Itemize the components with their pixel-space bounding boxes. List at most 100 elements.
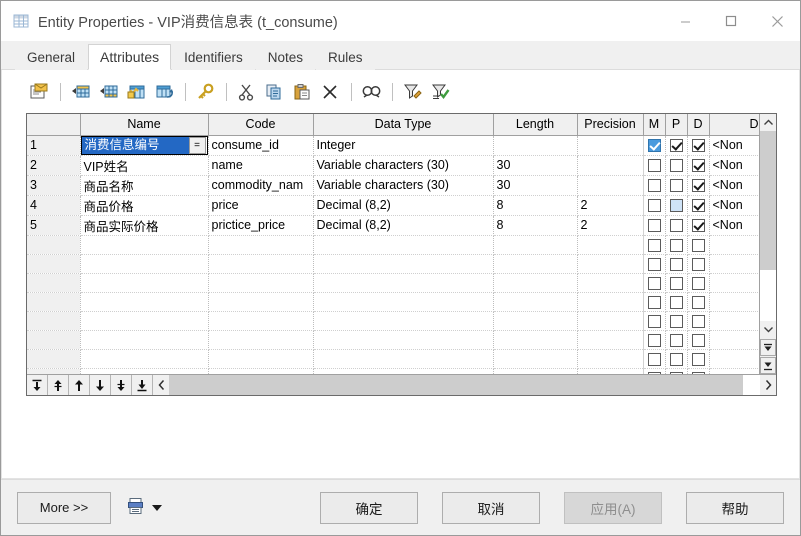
cell-primary[interactable] bbox=[665, 330, 688, 350]
checkbox-mandatory[interactable] bbox=[647, 238, 661, 252]
cell-datatype[interactable]: Decimal (8,2) bbox=[313, 195, 494, 216]
table-row-empty[interactable] bbox=[27, 368, 759, 374]
move-down-fast-icon[interactable] bbox=[111, 375, 132, 395]
cell-mandatory[interactable] bbox=[642, 311, 666, 331]
checkbox-primary[interactable] bbox=[669, 139, 683, 153]
properties-icon[interactable] bbox=[26, 80, 52, 104]
horizontal-scroll-thumb[interactable] bbox=[169, 375, 743, 395]
cell-datatype[interactable] bbox=[313, 254, 494, 274]
cell-name[interactable] bbox=[80, 349, 209, 369]
cell-domain[interactable] bbox=[709, 235, 759, 255]
checkbox-displayed[interactable] bbox=[691, 257, 705, 271]
cell-length[interactable] bbox=[493, 292, 578, 312]
cell-name[interactable]: VIP姓名 bbox=[80, 155, 209, 176]
move-to-bottom-icon[interactable] bbox=[132, 375, 153, 395]
cell-name[interactable]: 商品名称 bbox=[80, 175, 209, 196]
cell-name[interactable] bbox=[80, 330, 209, 350]
cell-precision[interactable] bbox=[577, 135, 644, 156]
table-row-empty[interactable] bbox=[27, 254, 759, 274]
checkbox-mandatory[interactable] bbox=[647, 139, 661, 153]
cancel-button[interactable]: 取消 bbox=[442, 491, 540, 524]
checkbox-displayed[interactable] bbox=[691, 295, 705, 309]
tab-rules[interactable]: Rules bbox=[315, 44, 375, 70]
cell-domain[interactable]: <Non bbox=[709, 155, 759, 176]
cell-code[interactable] bbox=[208, 311, 314, 331]
cell-precision[interactable] bbox=[577, 311, 644, 331]
cell-displayed[interactable] bbox=[687, 135, 710, 156]
cell-datatype[interactable] bbox=[313, 330, 494, 350]
cell-code[interactable]: price bbox=[208, 195, 314, 216]
checkbox-primary[interactable] bbox=[669, 295, 683, 309]
checkbox-primary[interactable] bbox=[669, 314, 683, 328]
cell-displayed[interactable] bbox=[687, 311, 710, 331]
cell-precision[interactable]: 2 bbox=[577, 215, 644, 236]
cell-mandatory[interactable] bbox=[642, 215, 666, 236]
cell-mandatory[interactable] bbox=[642, 368, 666, 374]
column-header-precision[interactable]: Precision bbox=[577, 114, 644, 136]
cell-code[interactable]: prictice_price bbox=[208, 215, 314, 236]
checkbox-primary[interactable] bbox=[669, 179, 683, 193]
checkbox-displayed[interactable] bbox=[691, 371, 705, 374]
checkbox-mandatory[interactable] bbox=[647, 352, 661, 366]
vertical-scroll-track[interactable] bbox=[760, 131, 776, 321]
cell-datatype[interactable]: Variable characters (30) bbox=[313, 175, 494, 196]
checkbox-mandatory[interactable] bbox=[647, 219, 661, 233]
checkbox-mandatory[interactable] bbox=[647, 199, 661, 213]
cell-mandatory[interactable] bbox=[642, 155, 666, 176]
filter-apply-icon[interactable] bbox=[427, 80, 453, 104]
key-icon[interactable] bbox=[192, 80, 218, 104]
cell-mandatory[interactable] bbox=[642, 349, 666, 369]
cell-domain[interactable] bbox=[709, 292, 759, 312]
checkbox-displayed[interactable] bbox=[691, 238, 705, 252]
column-header-length[interactable]: Length bbox=[493, 114, 578, 136]
move-up-fast-icon[interactable] bbox=[48, 375, 69, 395]
checkbox-mandatory[interactable] bbox=[647, 371, 661, 374]
cell-length[interactable] bbox=[493, 273, 578, 293]
cell-code[interactable] bbox=[208, 254, 314, 274]
cell-domain[interactable]: <Non bbox=[709, 195, 759, 216]
cell-precision[interactable] bbox=[577, 330, 644, 350]
column-header-datatype[interactable]: Data Type bbox=[313, 114, 494, 136]
delete-icon[interactable] bbox=[317, 80, 343, 104]
table-row[interactable]: 3 商品名称 commodity_nam Variable characters… bbox=[27, 175, 759, 196]
cell-datatype[interactable] bbox=[313, 292, 494, 312]
cell-name[interactable] bbox=[80, 235, 209, 255]
move-down-icon[interactable] bbox=[90, 375, 111, 395]
tab-attributes[interactable]: Attributes bbox=[88, 44, 172, 70]
cell-code[interactable]: name bbox=[208, 155, 314, 176]
cell-code[interactable] bbox=[208, 330, 314, 350]
vertical-scroll-thumb[interactable] bbox=[760, 131, 776, 270]
cell-precision[interactable] bbox=[577, 235, 644, 255]
cell-length[interactable] bbox=[493, 368, 578, 374]
column-header-displayed[interactable]: D bbox=[687, 114, 710, 136]
table-row[interactable]: 1 消费信息编号 = consume_id Integer <Non bbox=[27, 135, 759, 156]
cell-displayed[interactable] bbox=[687, 254, 710, 274]
column-header-name[interactable]: Name bbox=[80, 114, 209, 136]
cell-displayed[interactable] bbox=[687, 330, 710, 350]
cell-datatype[interactable] bbox=[313, 235, 494, 255]
cell-code[interactable] bbox=[208, 349, 314, 369]
move-to-top-icon[interactable] bbox=[27, 375, 48, 395]
cell-displayed[interactable] bbox=[687, 273, 710, 293]
cell-displayed[interactable] bbox=[687, 292, 710, 312]
checkbox-displayed[interactable] bbox=[691, 159, 705, 173]
checkbox-primary[interactable] bbox=[669, 333, 683, 347]
cell-length[interactable] bbox=[493, 311, 578, 331]
cell-name[interactable] bbox=[80, 254, 209, 274]
paste-icon[interactable] bbox=[289, 80, 315, 104]
cell-datatype[interactable]: Variable characters (30) bbox=[313, 155, 494, 176]
cell-length[interactable]: 8 bbox=[493, 215, 578, 236]
checkbox-displayed[interactable] bbox=[691, 199, 705, 213]
cell-mandatory[interactable] bbox=[642, 175, 666, 196]
tab-identifiers[interactable]: Identifiers bbox=[172, 44, 255, 70]
cell-domain[interactable] bbox=[709, 254, 759, 274]
cell-primary[interactable] bbox=[665, 135, 688, 156]
cell-mandatory[interactable] bbox=[642, 330, 666, 350]
checkbox-mandatory[interactable] bbox=[647, 179, 661, 193]
cell-primary[interactable] bbox=[665, 311, 688, 331]
checkbox-displayed[interactable] bbox=[691, 179, 705, 193]
cell-precision[interactable] bbox=[577, 254, 644, 274]
checkbox-mandatory[interactable] bbox=[647, 314, 661, 328]
cell-domain[interactable] bbox=[709, 349, 759, 369]
cell-primary[interactable] bbox=[665, 155, 688, 176]
